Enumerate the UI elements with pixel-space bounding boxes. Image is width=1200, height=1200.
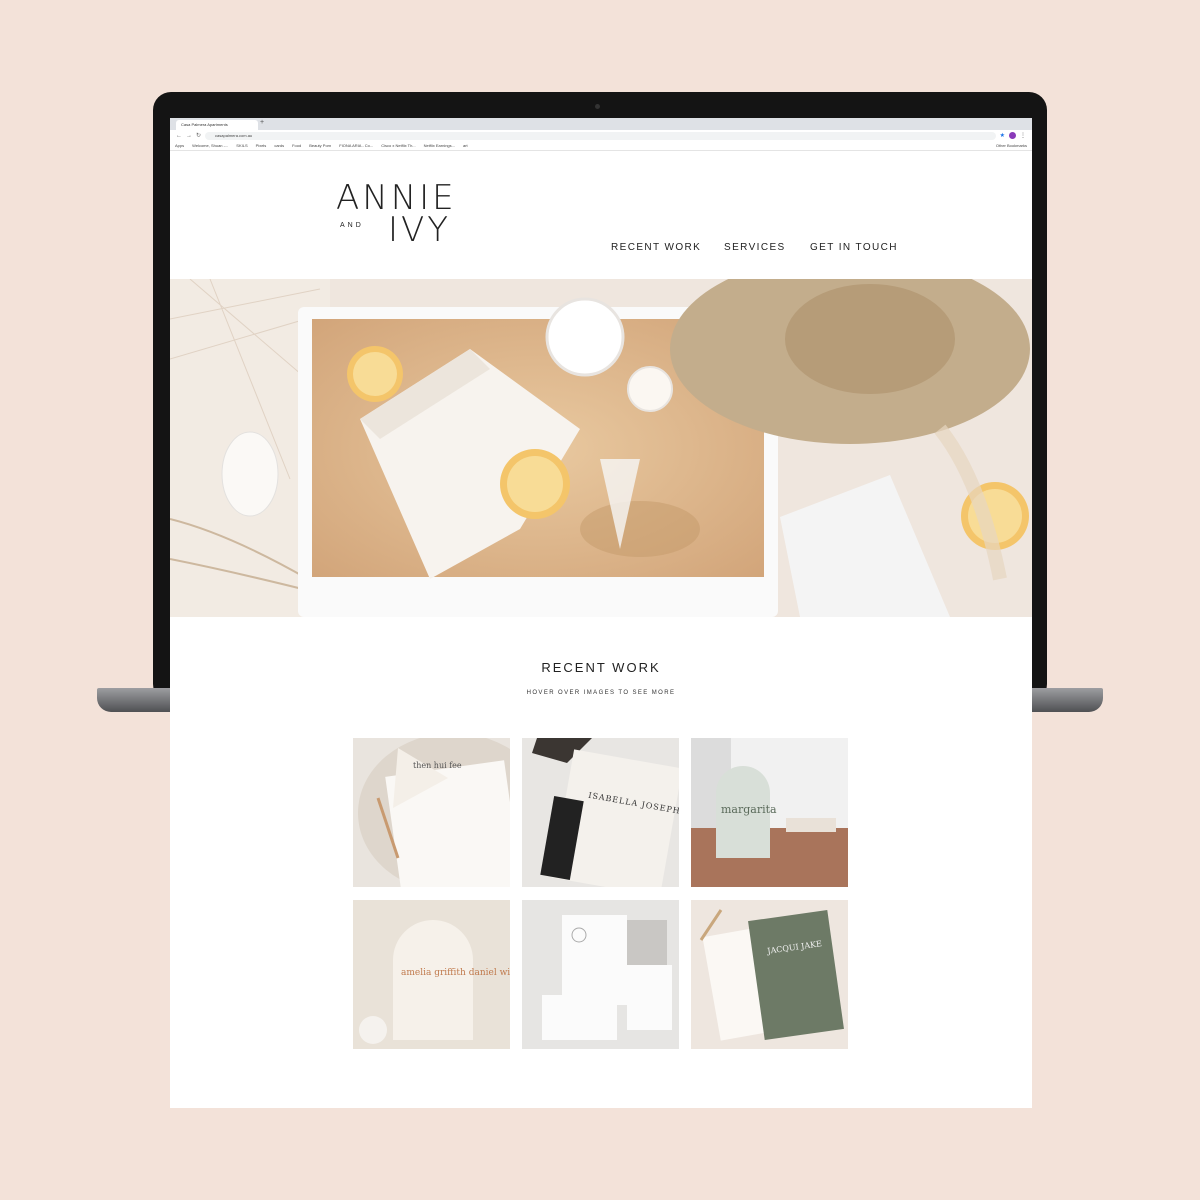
cocktail-sign-image: margarita [691, 738, 848, 887]
green-invitation-image: JACQUI JAKE [691, 900, 848, 1049]
bookmark-item[interactable]: Apps [175, 143, 184, 148]
browser-tab-strip: Casa Palmera Apartments + [170, 118, 1032, 130]
menu-dots-icon[interactable]: ⋮ [1020, 132, 1026, 139]
bookmark-item[interactable]: SKILS [236, 143, 247, 148]
nav-get-in-touch[interactable]: GET IN TOUCH [810, 242, 898, 253]
bookmark-item[interactable]: art [463, 143, 468, 148]
bookmark-item[interactable]: Welcome, Shuan -... [192, 143, 228, 148]
other-bookmarks[interactable]: Other Bookmarks [996, 143, 1027, 148]
reload-icon[interactable]: ↻ [196, 132, 201, 139]
recent-work-title: RECENT WORK [541, 660, 661, 675]
stationery-suite-image [522, 900, 679, 1049]
work-thumbnail-1[interactable]: then hui fee [353, 738, 510, 887]
invitation-image: ISABELLA JOSEPH [522, 738, 679, 887]
webcam [595, 104, 600, 109]
logo-word-bottom: IVY [388, 210, 452, 250]
hero-image [170, 279, 1032, 617]
bookmark-item[interactable]: Food [292, 143, 301, 148]
bookmark-item[interactable]: Cisco x Netflix Th... [381, 143, 415, 148]
site-logo[interactable]: ANNIE AND IVY [336, 178, 461, 250]
bookmark-item[interactable]: Pixels [256, 143, 267, 148]
new-tab-button[interactable]: + [260, 119, 264, 126]
work-thumbnail-4[interactable]: amelia griffith daniel wilkinson [353, 900, 510, 1049]
bookmark-item[interactable]: FIONA ARIA - Co... [339, 143, 373, 148]
work-thumbnail-5[interactable] [522, 900, 679, 1049]
nav-services[interactable]: SERVICES [724, 242, 786, 253]
laptop-screen: Casa Palmera Apartments + ← → ↻ casapalm… [170, 118, 1032, 1108]
invitation-text: amelia griffith daniel wilkinson [401, 968, 510, 978]
bookmark-item[interactable]: Netflix Earnings... [424, 143, 455, 148]
bookmark-item[interactable]: Beauty Porn [309, 143, 331, 148]
recent-work-subtitle: HOVER OVER IMAGES TO SEE MORE [526, 690, 676, 696]
browser-toolbar: ← → ↻ casapalmera.com.au ★ ⋮ [170, 130, 1032, 141]
hero-photo [170, 279, 1032, 617]
card-text: then hui fee [413, 761, 462, 770]
back-icon[interactable]: ← [176, 133, 182, 139]
sign-text: margarita [721, 803, 777, 816]
arched-invitation-image: amelia griffith daniel wilkinson [353, 900, 510, 1049]
address-bar[interactable]: casapalmera.com.au [205, 131, 996, 140]
menu-card-image: then hui fee [353, 738, 510, 887]
bookmarks-bar: Apps Welcome, Shuan -... SKILS Pixels ca… [170, 141, 1032, 151]
forward-icon[interactable]: → [186, 133, 192, 139]
bookmark-star-icon[interactable]: ★ [1000, 132, 1005, 139]
profile-avatar[interactable] [1009, 132, 1016, 139]
work-thumbnail-3[interactable]: margarita [691, 738, 848, 887]
nav-recent-work[interactable]: RECENT WORK [611, 242, 701, 253]
browser-tab[interactable]: Casa Palmera Apartments [176, 120, 258, 130]
bookmark-item[interactable]: cards [274, 143, 284, 148]
logo-word-and: AND [340, 222, 364, 229]
work-thumbnail-2[interactable]: ISABELLA JOSEPH [522, 738, 679, 887]
work-thumbnail-6[interactable]: JACQUI JAKE [691, 900, 848, 1049]
